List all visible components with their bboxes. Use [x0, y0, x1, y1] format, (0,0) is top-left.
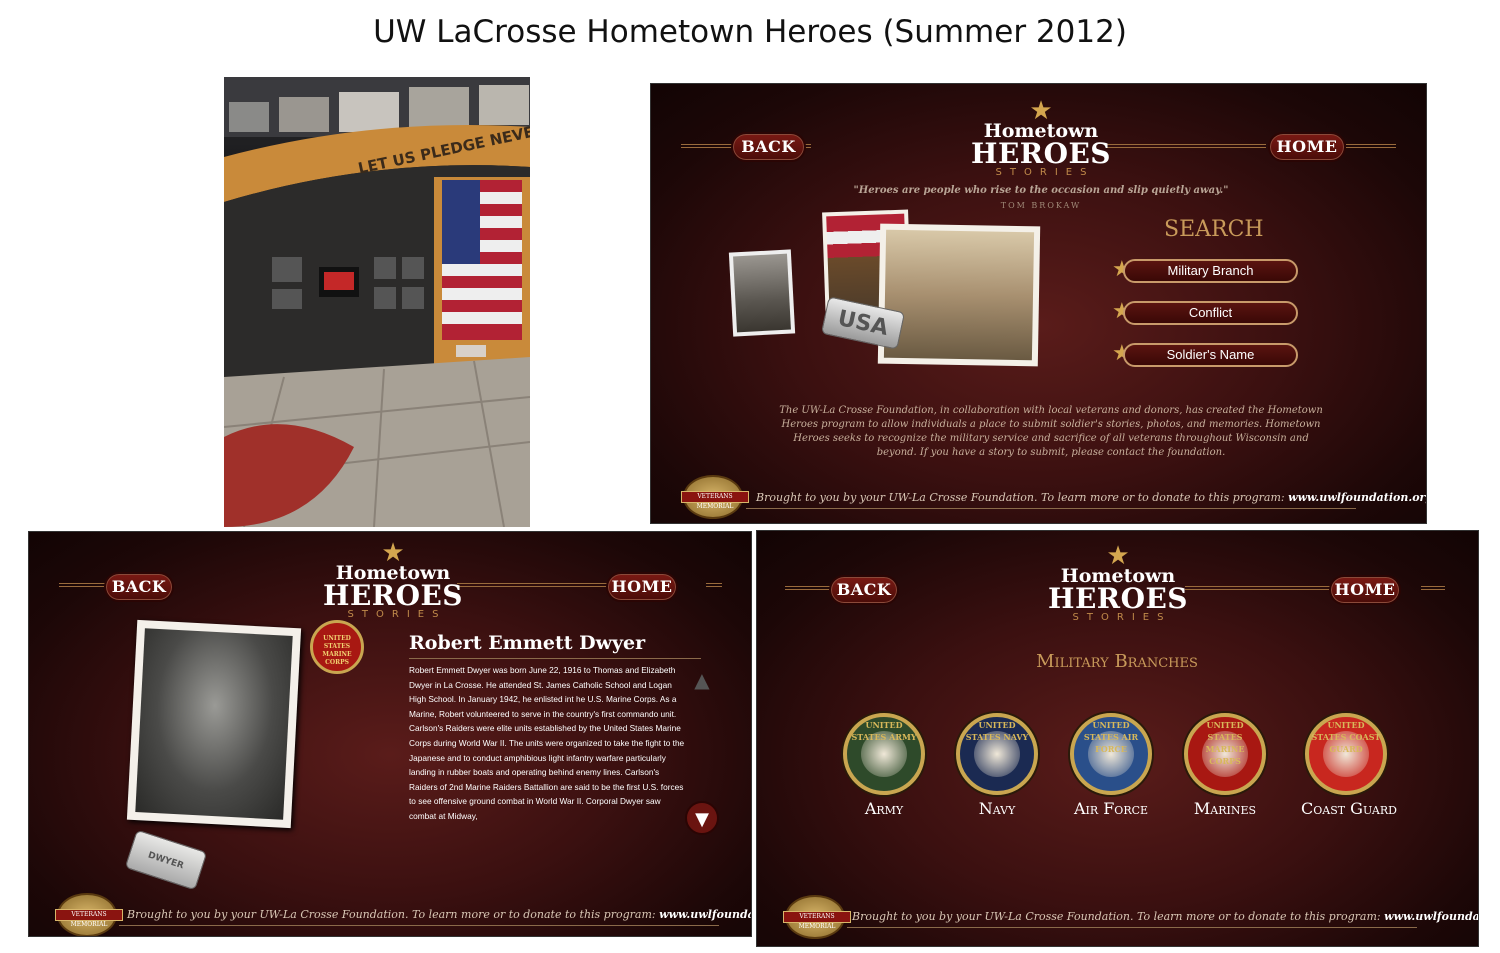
- dwyer-dog-tag-text: DWYER: [146, 850, 185, 872]
- soldier-name: Robert Emmett Dwyer: [409, 632, 646, 654]
- footer-divider: [119, 925, 719, 926]
- hometown-heroes-logo: ★ Hometown HEROES STORIES: [323, 538, 464, 620]
- seal-ribbon-text: VETERANS MEMORIAL: [55, 909, 123, 928]
- soldier-portrait-photo: [728, 249, 796, 337]
- bio-divider: [409, 658, 701, 659]
- search-title: SEARCH: [1164, 217, 1264, 242]
- branch-label: Marines: [1193, 799, 1257, 818]
- header-divider-far-right: [1346, 144, 1396, 148]
- footer-label: Brought to you by your UW-La Crosse Foun…: [756, 491, 1285, 504]
- footer-divider: [746, 508, 1356, 509]
- soldiers-name-button[interactable]: Soldier's Name: [1123, 343, 1298, 367]
- hometown-heroes-logo: ★ Hometown HEROES STORIES: [971, 96, 1112, 178]
- military-branches-screen: BACK HOME ★ Hometown HEROES STORIES Mili…: [756, 530, 1479, 947]
- hometown-heroes-logo: ★ Hometown HEROES STORIES: [1048, 541, 1189, 623]
- seal-ribbon-text: VETERANS MEMORIAL: [783, 911, 851, 930]
- branch-emblem-icon: UNITED STATES MARINE CORPS: [1184, 713, 1266, 795]
- footer-link[interactable]: www.uwlfoundation.org: [1384, 910, 1478, 923]
- back-button[interactable]: BACK: [104, 572, 174, 602]
- logo-line3: STORIES: [347, 609, 447, 620]
- back-button[interactable]: BACK: [829, 575, 899, 605]
- branch-emblem-icon: UNITED STATES COAST GUARD: [1305, 713, 1387, 795]
- footer-link[interactable]: www.uwlfoundation.org: [1288, 491, 1426, 504]
- usa-dog-tag-text: USA: [835, 305, 891, 341]
- page-title: UW LaCrosse Hometown Heroes (Summer 2012…: [373, 14, 1127, 50]
- logo-line2: HEROES: [971, 137, 1112, 170]
- branch-emblem-text: UNITED STATES ARMY: [851, 720, 917, 742]
- footer-text: Brought to you by your UW-La Crosse Foun…: [756, 491, 1426, 504]
- branch-emblem-icon: UNITED STATES ARMY: [843, 713, 925, 795]
- veterans-memorial-seal: VETERANS MEMORIAL: [681, 475, 749, 519]
- photo-collage: USA: [728, 209, 1049, 379]
- home-button[interactable]: HOME: [1329, 575, 1401, 605]
- branch-emblem-text: UNITED STATES MARINE CORPS: [1205, 720, 1245, 766]
- branch-label: Air Force: [1073, 799, 1149, 818]
- branch-emblem-text: UNITED STATES AIR FORCE: [1083, 720, 1139, 754]
- footer-label: Brought to you by your UW-La Crosse Foun…: [852, 910, 1381, 923]
- branch-emblem-text: UNITED STATES NAVY: [965, 720, 1029, 742]
- branch-emblem-icon: UNITED STATES AIR FORCE: [1070, 713, 1152, 795]
- military-branch-button[interactable]: Military Branch: [1123, 259, 1298, 283]
- logo-line2: HEROES: [1048, 582, 1189, 615]
- marine-corps-emblem: UNITED STATES MARINE CORPS: [310, 620, 364, 674]
- logo-star-icon: ★: [1106, 541, 1130, 571]
- branch-emblem-text: UNITED STATES COAST GUARD: [1311, 720, 1381, 754]
- header-divider-far-right: [706, 583, 722, 587]
- scroll-up-button[interactable]: ▲: [685, 663, 719, 697]
- veterans-memorial-seal: VETERANS MEMORIAL: [55, 893, 123, 936]
- footer-divider: [847, 927, 1417, 928]
- dwyer-dog-tag: DWYER: [124, 829, 208, 891]
- branch-label: Army: [864, 799, 904, 818]
- logo-line3: STORIES: [995, 167, 1095, 178]
- home-button[interactable]: HOME: [606, 572, 678, 602]
- branch-item-air-force[interactable]: UNITED STATES AIR FORCE Air Force: [1066, 713, 1156, 818]
- footer-text: Brought to you by your UW-La Crosse Foun…: [852, 910, 1478, 923]
- lobby-photo: LET US PLEDGE NEVER TO: [224, 77, 530, 527]
- troops-photo: [877, 223, 1041, 367]
- search-screen: BACK HOME ★ Hometown HEROES STORIES "Her…: [650, 83, 1427, 524]
- soldier-photo: [126, 619, 302, 829]
- logo-star-icon: ★: [1029, 96, 1053, 126]
- scroll-down-button[interactable]: ▼: [685, 801, 719, 835]
- branch-label: Coast Guard: [1301, 799, 1397, 818]
- header-divider-right: [1106, 144, 1266, 148]
- branches-title: Military Branches: [1036, 651, 1198, 672]
- footer-label: Brought to you by your UW-La Crosse Foun…: [127, 908, 656, 921]
- footer-link[interactable]: www.uwlfoundation.org: [659, 908, 751, 921]
- home-button[interactable]: HOME: [1268, 132, 1346, 162]
- logo-star-icon: ★: [381, 538, 405, 568]
- footer-text: Brought to you by your UW-La Crosse Foun…: [127, 908, 751, 921]
- logo-line3: STORIES: [1072, 612, 1172, 623]
- seal-ribbon-text: VETERANS MEMORIAL: [681, 491, 749, 510]
- soldier-bio-text: Robert Emmett Dwyer was born June 22, 19…: [409, 665, 685, 821]
- header-divider-far-right: [1421, 586, 1445, 590]
- branch-item-marines[interactable]: UNITED STATES MARINE CORPS Marines: [1180, 713, 1270, 818]
- branch-item-army[interactable]: UNITED STATES ARMY Army: [839, 713, 929, 818]
- veterans-memorial-seal: VETERANS MEMORIAL: [783, 895, 851, 939]
- branch-label: Navy: [978, 799, 1016, 818]
- logo-line2: HEROES: [323, 579, 464, 612]
- soldier-bio-screen: BACK HOME ★ Hometown HEROES STORIES DWYE…: [28, 531, 752, 937]
- marine-corps-emblem-text: UNITED STATES MARINE CORPS: [322, 635, 352, 666]
- program-description: The UW-La Crosse Foundation, in collabor…: [779, 405, 1323, 458]
- conflict-button[interactable]: Conflict: [1123, 301, 1298, 325]
- branch-item-coast-guard[interactable]: UNITED STATES COAST GUARD Coast Guard: [1301, 713, 1397, 818]
- branch-emblem-icon: UNITED STATES NAVY: [956, 713, 1038, 795]
- back-button[interactable]: BACK: [731, 132, 806, 162]
- quote: "Heroes are people who rise to the occas…: [853, 185, 1229, 196]
- branch-item-navy[interactable]: UNITED STATES NAVY Navy: [952, 713, 1042, 818]
